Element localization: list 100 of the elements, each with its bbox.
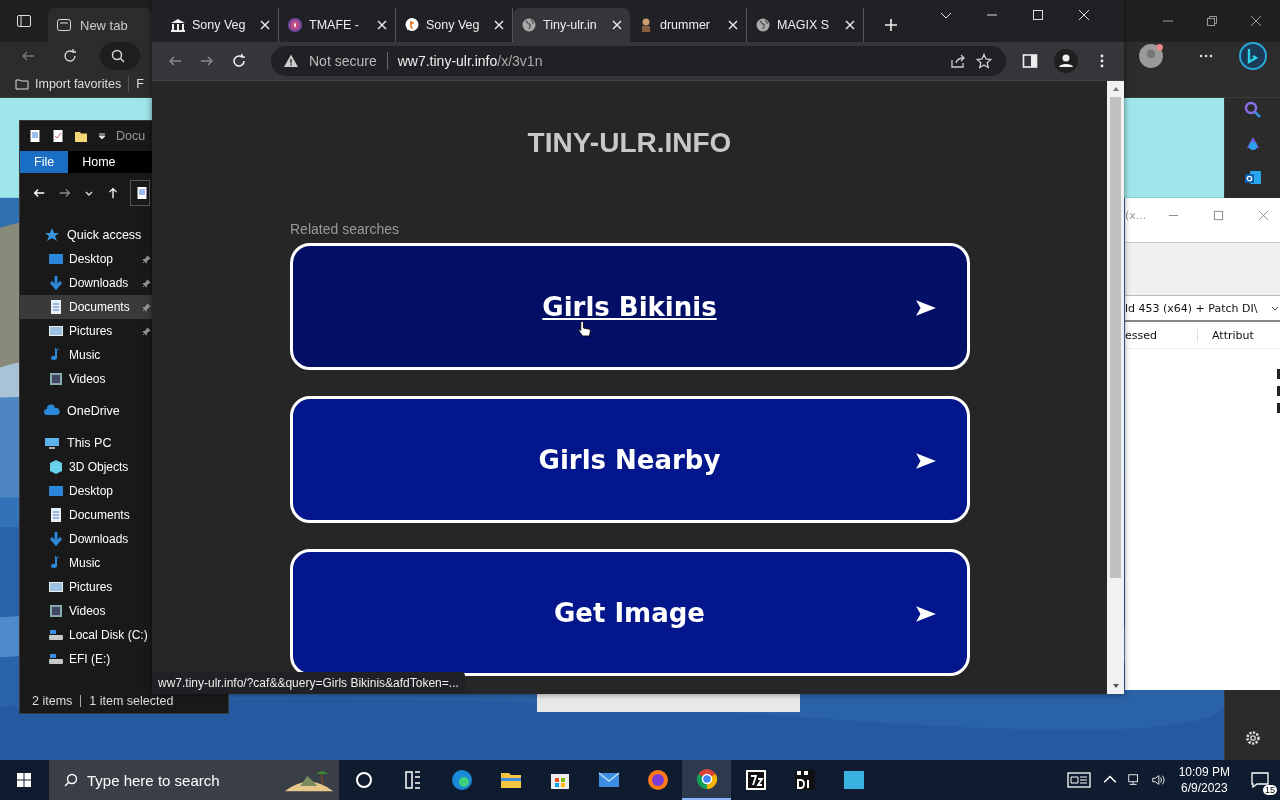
nav-item[interactable]: Pictures [20,319,153,343]
link-preview: ww7.tiny-ulr.info/?caf&&query=Girls Bikinis&afdToken=... [152,672,465,694]
nav-item[interactable]: Local Disk (C:) [20,623,153,647]
address-field[interactable] [130,180,150,206]
notification-count: 15 [1263,785,1277,795]
warning-icon [283,53,299,69]
search-link[interactable]: Girls Nearby [289,396,970,523]
pc-icon [44,435,60,451]
desktop-icon [48,483,64,499]
profile-icon[interactable] [1054,49,1078,73]
folder-icon[interactable] [74,129,88,143]
new-tab-icon[interactable] [884,18,898,32]
status-text: 1 item selected [89,694,174,708]
notification-button[interactable]: 15 [1240,760,1280,800]
start-icon[interactable] [16,772,32,788]
reload-icon[interactable] [231,53,247,69]
document-icon[interactable] [28,129,42,143]
nav-item[interactable]: Downloads [20,527,153,551]
forward-icon[interactable] [58,186,72,200]
nav-item[interactable]: Videos [20,599,153,623]
document-icon [135,186,149,200]
address-bar[interactable]: Not secure ww7.tiny-ulr.info/x/3v1n [271,46,1006,76]
checklist-icon[interactable] [51,129,65,143]
address-field[interactable] [100,42,140,70]
favorites-link[interactable]: F [136,75,144,92]
nav-item[interactable]: OneDrive [20,399,153,423]
videos-icon [48,603,64,619]
news-icon[interactable] [1066,771,1091,789]
nav-item[interactable]: Videos [20,367,153,391]
volume-icon[interactable] [1150,773,1165,787]
close-icon[interactable] [1250,15,1262,27]
column-header[interactable]: essed [1125,328,1198,342]
scrollbar[interactable] [1107,81,1124,694]
building-icon [170,17,186,33]
nav-item[interactable]: Documents [20,295,153,319]
globe-icon [521,17,537,33]
network-icon[interactable] [1126,773,1141,787]
url-text: ww7.tiny-ulr.info/x/3v1n [397,53,543,69]
restore-icon[interactable] [1206,15,1218,27]
window-title: Docu [116,129,146,143]
arrow-icon [914,605,937,623]
pictures-icon [48,323,64,339]
disk-icon [48,651,64,667]
archive-icon [743,768,768,792]
globe-icon [755,17,771,33]
search-icon [110,48,126,64]
back-icon[interactable] [32,186,46,200]
chat-bubble-icon [404,17,420,33]
nav-item[interactable]: Documents [20,503,153,527]
path-field[interactable]: ld 453 (x64) + Patch DI\ [1125,296,1280,322]
square-icon [841,768,866,792]
nav-item[interactable]: Music [20,551,153,575]
taskbar-app[interactable] [682,760,731,800]
search-link[interactable]: Get Image [289,549,970,676]
nav-item[interactable]: Downloads [20,271,153,295]
favorites-link[interactable]: Import favorites [35,75,122,92]
dropdown-icon[interactable] [97,131,107,141]
arrow-icon [914,452,937,470]
downloads-icon [48,531,64,547]
clock-time[interactable]: 10:09 PM [1178,764,1230,780]
nav-item[interactable]: 3D Objects [20,455,153,479]
nav-item[interactable]: Quick access [20,223,153,247]
side-panel-icon[interactable] [1022,53,1038,69]
star-icon[interactable] [976,53,992,69]
column-header[interactable]: Attribut [1198,328,1254,342]
clock-date[interactable]: 6/9/2023 [1180,780,1228,796]
fox-browser-icon [645,768,670,792]
videos-icon [48,371,64,387]
nav-item[interactable]: Music [20,343,153,367]
ribbon-tab[interactable]: File [20,151,69,173]
nav-item[interactable]: Desktop [20,247,153,271]
share-icon[interactable] [950,53,966,69]
search-icon[interactable] [1242,100,1263,120]
up-icon[interactable] [106,186,120,200]
ribbon-tab[interactable]: Home [68,151,130,173]
nav-item[interactable]: EFI (E:) [20,647,153,671]
downloads-icon [48,275,64,291]
arrow-icon [914,299,937,317]
cube-icon [48,459,64,475]
search-icon [63,772,79,788]
chrome-icon [694,767,719,791]
documents-icon [48,299,64,315]
profile-avatar[interactable] [1138,43,1164,69]
window-title: (x... [1125,208,1147,222]
search-field[interactable]: Type here to search [49,760,339,800]
search-link[interactable]: Girls Bikinis [289,243,970,370]
browser-tab[interactable]: New tab [48,8,152,42]
section-label: Related searches [290,221,399,237]
desktop-icon [48,251,64,267]
browser-tab[interactable]: Tiny-ulr.in [513,8,630,42]
site-title: TINY-ULR.INFO [527,127,732,159]
pictures-icon [48,579,64,595]
nav-item[interactable]: This PC [20,431,153,455]
nav-item[interactable]: Pictures [20,575,153,599]
chat-icon[interactable] [1238,41,1268,71]
refresh-icon[interactable] [62,48,78,64]
documents-icon [48,507,64,523]
star-badge-icon [287,17,303,33]
star-icon [44,227,60,243]
nav-item[interactable]: Desktop [20,479,153,503]
